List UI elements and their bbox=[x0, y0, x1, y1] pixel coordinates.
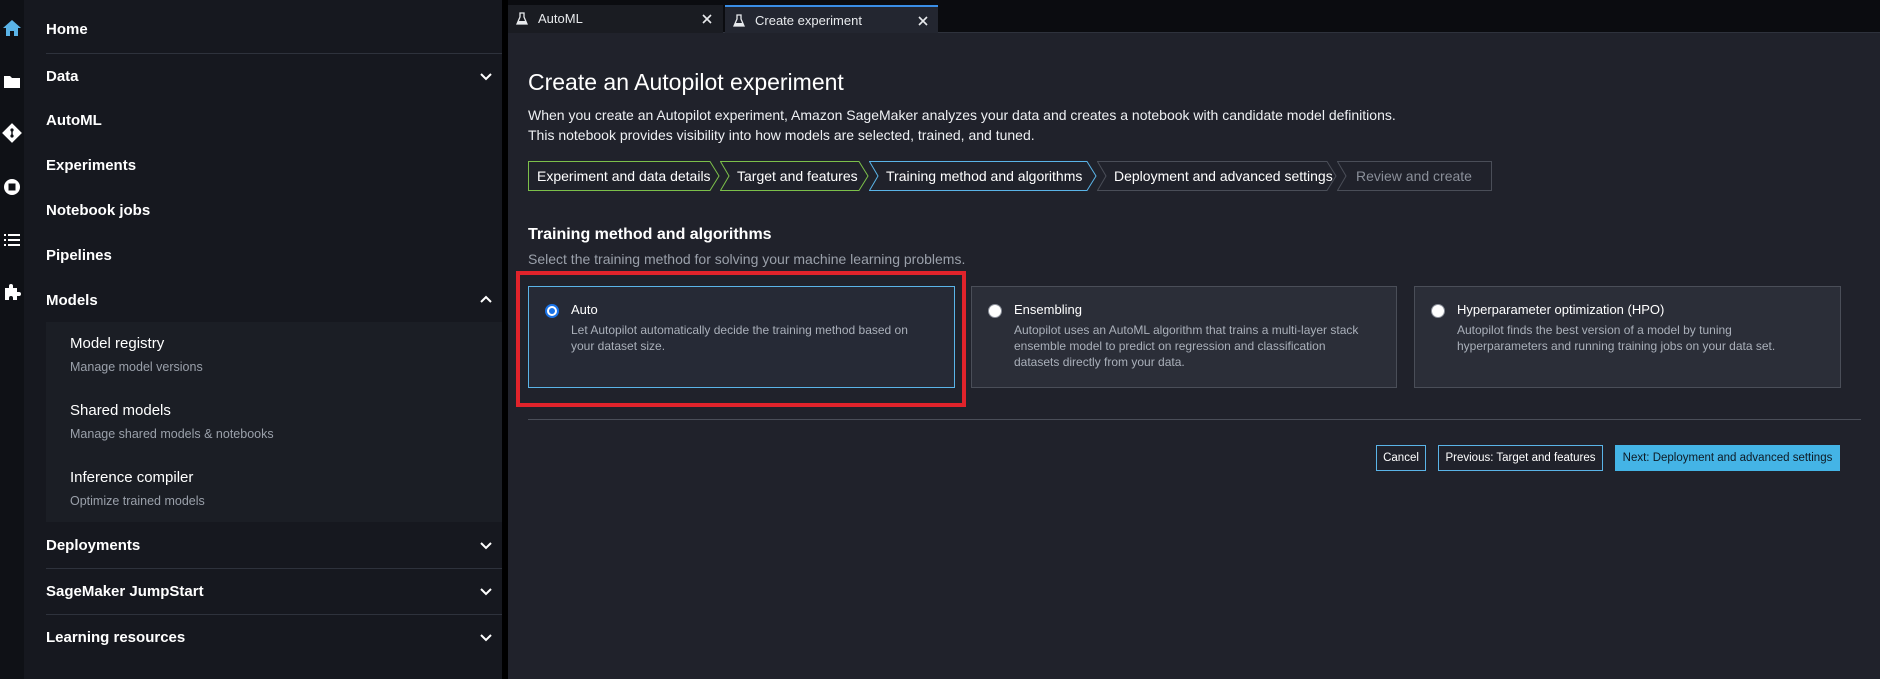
home-icon[interactable] bbox=[2, 18, 22, 38]
sidebar-subitem-model-registry[interactable]: Model registry Manage model versions bbox=[70, 335, 203, 374]
option-description-line: ensemble model to predict on regression … bbox=[1014, 339, 1326, 353]
description-line: This notebook provides visibility into h… bbox=[528, 127, 1035, 143]
sidebar-item-label: Experiments bbox=[46, 156, 137, 174]
sidebar-item-automl[interactable]: AutoML bbox=[46, 97, 516, 143]
subitem-description: Optimize trained models bbox=[70, 494, 205, 508]
step-review-and-create: Review and create bbox=[1337, 161, 1492, 191]
option-description-line: Let Autopilot automatically decide the t… bbox=[571, 323, 908, 337]
tab-create-experiment[interactable]: Create experiment bbox=[725, 5, 938, 33]
step-deployment-and-advanced-settings[interactable]: Deployment and advanced settings bbox=[1097, 161, 1337, 191]
sidebar-item-label: Home bbox=[46, 20, 88, 38]
description-line: When you create an Autopilot experiment,… bbox=[528, 107, 1396, 123]
chevron-down-icon bbox=[480, 588, 492, 596]
sidebar-item-models[interactable]: Models bbox=[46, 277, 516, 323]
sidebar-item-pipelines[interactable]: Pipelines bbox=[46, 232, 516, 278]
extensions-puzzle-icon[interactable] bbox=[2, 282, 22, 302]
radio-auto[interactable] bbox=[545, 304, 559, 318]
step-label: Training method and algorithms bbox=[886, 168, 1083, 184]
tab-bar: AutoML Create experiment bbox=[508, 0, 1880, 33]
sidebar-item-experiments[interactable]: Experiments bbox=[46, 142, 516, 188]
activity-bar bbox=[0, 0, 24, 679]
option-description: Autopilot uses an AutoML algorithm that … bbox=[1014, 322, 1358, 370]
option-card-hpo[interactable]: Hyperparameter optimization (HPO) Autopi… bbox=[1414, 286, 1841, 388]
next-button[interactable]: Next: Deployment and advanced settings bbox=[1615, 445, 1840, 471]
section-description: Select the training method for solving y… bbox=[528, 251, 966, 267]
flask-icon bbox=[516, 12, 528, 25]
option-description: Autopilot finds the best version of a mo… bbox=[1457, 322, 1775, 354]
step-target-and-features[interactable]: Target and features bbox=[720, 161, 869, 191]
sidebar-item-label: Learning resources bbox=[46, 628, 186, 646]
page-title: Create an Autopilot experiment bbox=[528, 69, 844, 95]
subitem-description: Manage shared models & notebooks bbox=[70, 427, 274, 441]
option-title: Ensembling bbox=[1014, 302, 1082, 317]
folder-icon[interactable] bbox=[2, 71, 22, 91]
option-card-auto[interactable]: Auto Let Autopilot automatically decide … bbox=[528, 286, 955, 388]
sidebar-item-jumpstart[interactable]: SageMaker JumpStart bbox=[46, 568, 516, 614]
sidebar-item-deployments[interactable]: Deployments bbox=[46, 522, 516, 568]
tab-label: AutoML bbox=[538, 11, 583, 26]
close-icon[interactable] bbox=[700, 12, 714, 26]
section-title: Training method and algorithms bbox=[528, 226, 772, 243]
subitem-title: Model registry bbox=[70, 335, 165, 352]
step-label: Experiment and data details bbox=[537, 168, 711, 184]
radio-hpo[interactable] bbox=[1431, 304, 1445, 318]
tab-label: Create experiment bbox=[755, 13, 862, 28]
radio-ensembling[interactable] bbox=[988, 304, 1002, 318]
sidebar-item-home[interactable]: Home bbox=[46, 6, 516, 52]
option-description-line: Autopilot finds the best version of a mo… bbox=[1457, 323, 1732, 337]
git-icon[interactable] bbox=[2, 123, 22, 143]
subitem-description: Manage model versions bbox=[70, 360, 203, 374]
chevron-up-icon bbox=[480, 295, 492, 303]
option-description-line: your dataset size. bbox=[571, 339, 666, 353]
subitem-title: Shared models bbox=[70, 402, 171, 419]
option-description-line: Autopilot uses an AutoML algorithm that … bbox=[1014, 323, 1359, 337]
create-experiment-panel: Create an Autopilot experiment When you … bbox=[508, 33, 1880, 679]
step-experiment-and-data-details[interactable]: Experiment and data details bbox=[528, 161, 720, 191]
tab-automl[interactable]: AutoML bbox=[508, 5, 723, 33]
option-title: Auto bbox=[571, 302, 598, 317]
option-description-line: hyperparameters and running training job… bbox=[1457, 339, 1776, 353]
sidebar-item-notebook-jobs[interactable]: Notebook jobs bbox=[46, 187, 516, 233]
sidebar-item-data[interactable]: Data bbox=[46, 53, 516, 99]
page-description: When you create an Autopilot experiment,… bbox=[528, 105, 1528, 145]
sidebar: Home Data AutoML Experiments Notebook jo… bbox=[24, 0, 516, 679]
option-description: Let Autopilot automatically decide the t… bbox=[571, 322, 908, 354]
sidebar-item-label: AutoML bbox=[46, 111, 102, 129]
subitem-title: Inference compiler bbox=[70, 469, 194, 486]
sidebar-item-label: SageMaker JumpStart bbox=[46, 582, 204, 600]
option-title: Hyperparameter optimization (HPO) bbox=[1457, 302, 1665, 317]
sidebar-item-label: Deployments bbox=[46, 536, 141, 554]
sidebar-subitem-inference-compiler[interactable]: Inference compiler Optimize trained mode… bbox=[70, 469, 205, 508]
sidebar-item-label: Notebook jobs bbox=[46, 201, 151, 219]
step-label: Review and create bbox=[1356, 168, 1472, 184]
chevron-down-icon bbox=[480, 542, 492, 550]
option-card-ensembling[interactable]: Ensembling Autopilot uses an AutoML algo… bbox=[971, 286, 1397, 388]
table-of-contents-icon[interactable] bbox=[2, 230, 22, 250]
sidebar-item-label: Data bbox=[46, 67, 79, 85]
cancel-button[interactable]: Cancel bbox=[1376, 445, 1426, 471]
option-description-line: datasets directly from your data. bbox=[1014, 355, 1185, 369]
close-icon[interactable] bbox=[916, 14, 930, 28]
models-submenu: Model registry Manage model versions Sha… bbox=[46, 322, 516, 522]
divider bbox=[528, 419, 1861, 420]
running-terminals-icon[interactable] bbox=[2, 177, 22, 197]
flask-icon bbox=[733, 14, 745, 27]
step-label: Deployment and advanced settings bbox=[1114, 168, 1333, 184]
sidebar-item-learning-resources[interactable]: Learning resources bbox=[46, 614, 516, 660]
previous-button[interactable]: Previous: Target and features bbox=[1438, 445, 1603, 471]
sidebar-item-label: Pipelines bbox=[46, 246, 112, 264]
sidebar-item-label: Models bbox=[46, 291, 98, 309]
step-label: Target and features bbox=[737, 168, 858, 184]
chevron-down-icon bbox=[480, 73, 492, 81]
sagemaker-studio-window: Home Data AutoML Experiments Notebook jo… bbox=[0, 0, 1880, 679]
chevron-down-icon bbox=[480, 634, 492, 642]
step-training-method-and-algorithms[interactable]: Training method and algorithms bbox=[869, 161, 1097, 191]
sidebar-subitem-shared-models[interactable]: Shared models Manage shared models & not… bbox=[70, 402, 274, 441]
